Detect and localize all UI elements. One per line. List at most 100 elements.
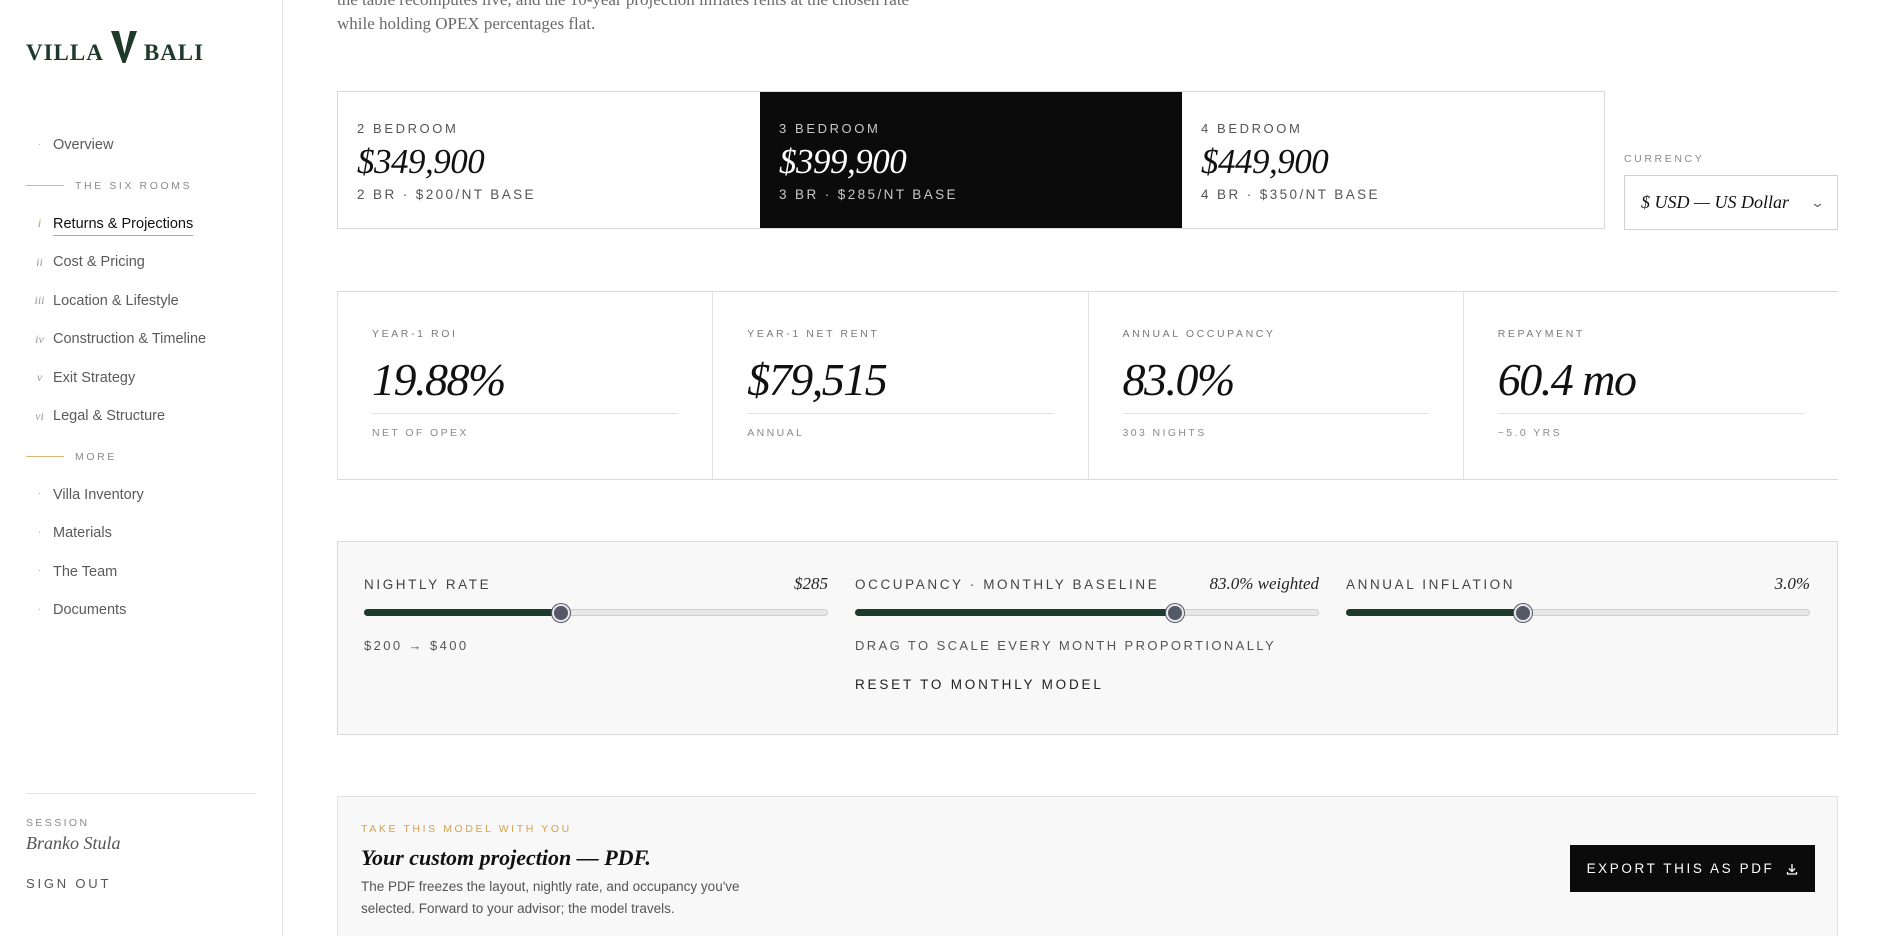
sidebar-item-label: The Team bbox=[53, 563, 118, 580]
intro-line: while holding OPEX percentages flat. bbox=[337, 14, 596, 33]
section-divider bbox=[26, 185, 64, 186]
sidebar-item-label: Cost & Pricing bbox=[53, 254, 145, 271]
kpi-year1-roi: YEAR-1 ROI 19.88% NET OF OPEX bbox=[337, 292, 712, 479]
export-pdf-panel: TAKE THIS MODEL WITH YOU Your custom pro… bbox=[337, 796, 1838, 936]
section-label-more: MORE bbox=[26, 438, 256, 476]
sidebar-item-label: Documents bbox=[53, 602, 127, 619]
chevron-down-icon: ⌄ bbox=[1809, 194, 1826, 210]
variant-card-3-bedroom[interactable]: 3 BEDROOM $399,900 3 BR · $285/NT BASE bbox=[760, 92, 1182, 228]
sidebar-item-location-lifestyle[interactable]: iii Location & Lifestyle bbox=[26, 282, 256, 321]
kpi-strip: YEAR-1 ROI 19.88% NET OF OPEX YEAR-1 NET… bbox=[337, 291, 1838, 480]
roman-marker: i bbox=[37, 216, 42, 231]
sidebar-item-returns-projections[interactable]: i Returns & Projections bbox=[26, 205, 256, 244]
sidebar-item-the-team[interactable]: · The Team bbox=[26, 553, 256, 592]
occupancy-control: OCCUPANCY · MONTHLY BASELINE 83.0% weigh… bbox=[855, 574, 1319, 694]
control-value: $285 bbox=[794, 574, 828, 593]
control-range-note: $200 → $400 bbox=[364, 638, 469, 653]
export-kicker: TAKE THIS MODEL WITH YOU bbox=[361, 823, 572, 835]
slider-thumb[interactable] bbox=[1513, 604, 1532, 622]
slider-thumb[interactable] bbox=[552, 604, 571, 622]
bullet-marker: · bbox=[37, 566, 42, 578]
sidebar-item-construction-timeline[interactable]: iv Construction & Timeline bbox=[26, 320, 256, 359]
sidebar-item-documents[interactable]: · Documents bbox=[26, 591, 256, 630]
sidebar-item-legal-structure[interactable]: vi Legal & Structure bbox=[26, 397, 256, 436]
intro-paragraph: the table recomputes live, and the 10-ye… bbox=[337, 0, 977, 36]
variant-card-4-bedroom[interactable]: 4 BEDROOM $449,900 4 BR · $350/NT BASE bbox=[1182, 92, 1604, 228]
kpi-value: 60.4 mo bbox=[1497, 352, 1804, 414]
model-controls-panel: NIGHTLY RATE $285 $200 → $400 OCCUPANCY … bbox=[337, 541, 1838, 735]
sidebar-item-villa-inventory[interactable]: · Villa Inventory bbox=[26, 476, 256, 515]
kpi-value: 19.88% bbox=[372, 352, 679, 414]
sidebar: VILLA BALI · Overview THE SIX ROOMS i Re… bbox=[0, 0, 283, 936]
sidebar-item-label: Materials bbox=[53, 525, 112, 542]
control-help-note: DRAG TO SCALE EVERY MONTH PROPORTIONALLY bbox=[855, 638, 1277, 653]
kpi-label: YEAR-1 ROI bbox=[372, 328, 458, 340]
variant-subtitle: 2 BR · $200/NT BASE bbox=[357, 187, 536, 202]
villa-bali-logo[interactable]: VILLA BALI bbox=[26, 30, 204, 64]
sidebar-item-cost-pricing[interactable]: ii Cost & Pricing bbox=[26, 243, 256, 282]
roman-marker: ii bbox=[36, 254, 43, 269]
section-title: MORE bbox=[75, 450, 117, 463]
variant-card-2-bedroom[interactable]: 2 BEDROOM $349,900 2 BR · $200/NT BASE bbox=[338, 92, 760, 228]
nightly-rate-control: NIGHTLY RATE $285 $200 → $400 bbox=[364, 574, 828, 653]
kpi-value: 83.0% bbox=[1122, 352, 1429, 414]
currency-dropdown[interactable]: $ USD — US Dollar ⌄ bbox=[1624, 175, 1838, 230]
section-title: THE SIX ROOMS bbox=[75, 179, 193, 192]
annual-inflation-slider[interactable] bbox=[1346, 604, 1810, 622]
kpi-value: $79,515 bbox=[747, 352, 1054, 414]
export-button-label: EXPORT THIS AS PDF bbox=[1586, 861, 1775, 876]
roman-marker: v bbox=[36, 370, 43, 385]
sidebar-item-label: Construction & Timeline bbox=[53, 331, 207, 348]
slider-fill bbox=[1346, 609, 1522, 616]
control-value: 3.0% bbox=[1774, 574, 1810, 593]
kpi-year1-net-rent: YEAR-1 NET RENT $79,515 ANNUAL bbox=[712, 292, 1087, 479]
kpi-subtitle: NET OF OPEX bbox=[372, 427, 469, 439]
control-label: NIGHTLY RATE bbox=[364, 577, 492, 592]
slider-thumb[interactable] bbox=[1165, 604, 1184, 622]
export-title: Your custom projection — PDF. bbox=[361, 845, 651, 870]
bullet-marker: · bbox=[37, 139, 42, 151]
variant-price: $449,900 bbox=[1201, 142, 1329, 181]
sidebar-item-label: Returns & Projections bbox=[53, 216, 194, 236]
variant-subtitle: 4 BR · $350/NT BASE bbox=[1201, 187, 1380, 202]
kpi-subtitle: 303 NIGHTS bbox=[1122, 427, 1207, 439]
slider-fill bbox=[364, 609, 561, 616]
villa-variant-selector: 2 BEDROOM $349,900 2 BR · $200/NT BASE 3… bbox=[337, 91, 1605, 229]
variant-label: 2 BEDROOM bbox=[357, 121, 459, 136]
sidebar-item-label: Exit Strategy bbox=[53, 369, 136, 386]
slider-fill bbox=[855, 609, 1174, 616]
sidebar-item-materials[interactable]: · Materials bbox=[26, 514, 256, 553]
section-label-six-rooms: THE SIX ROOMS bbox=[26, 167, 256, 205]
sidebar-item-exit-strategy[interactable]: v Exit Strategy bbox=[26, 359, 256, 398]
sidebar-item-overview[interactable]: · Overview bbox=[26, 126, 256, 165]
variant-label: 4 BEDROOM bbox=[1201, 121, 1303, 136]
roman-marker: vi bbox=[35, 408, 44, 423]
sidebar-item-label: Villa Inventory bbox=[53, 486, 144, 503]
variant-label: 3 BEDROOM bbox=[779, 121, 881, 136]
nightly-rate-slider[interactable] bbox=[364, 604, 828, 622]
roman-marker: iii bbox=[34, 293, 45, 308]
session-user-name: Branko Stula bbox=[26, 833, 121, 853]
kpi-subtitle: ~5.0 YRS bbox=[1497, 427, 1562, 439]
control-value: 83.0% weighted bbox=[1209, 574, 1319, 593]
reset-monthly-model-button[interactable]: RESET TO MONTHLY MODEL bbox=[855, 677, 1104, 692]
sidebar-item-label: Overview bbox=[53, 137, 114, 154]
occupancy-slider[interactable] bbox=[855, 604, 1319, 622]
bullet-marker: · bbox=[37, 489, 42, 501]
bullet-marker: · bbox=[37, 527, 42, 539]
sign-out-link[interactable]: SIGN OUT bbox=[26, 876, 111, 891]
bullet-marker: · bbox=[37, 604, 42, 616]
export-pdf-button[interactable]: EXPORT THIS AS PDF bbox=[1570, 845, 1815, 892]
section-divider bbox=[26, 456, 64, 457]
download-icon bbox=[1786, 863, 1798, 875]
kpi-label: REPAYMENT bbox=[1497, 328, 1585, 340]
export-description: The PDF freezes the layout, nightly rate… bbox=[361, 879, 740, 916]
kpi-repayment: REPAYMENT 60.4 mo ~5.0 YRS bbox=[1462, 292, 1838, 479]
kpi-annual-occupancy: ANNUAL OCCUPANCY 83.0% 303 NIGHTS bbox=[1087, 292, 1463, 479]
intro-line: the table recomputes live, and the 10-ye… bbox=[337, 0, 977, 12]
logo-v-mark-icon bbox=[110, 31, 137, 63]
variant-price: $349,900 bbox=[357, 142, 485, 181]
currency-label: CURRENCY bbox=[1624, 153, 1705, 165]
kpi-label: YEAR-1 NET RENT bbox=[747, 328, 880, 340]
annual-inflation-control: ANNUAL INFLATION 3.0% bbox=[1346, 574, 1810, 622]
